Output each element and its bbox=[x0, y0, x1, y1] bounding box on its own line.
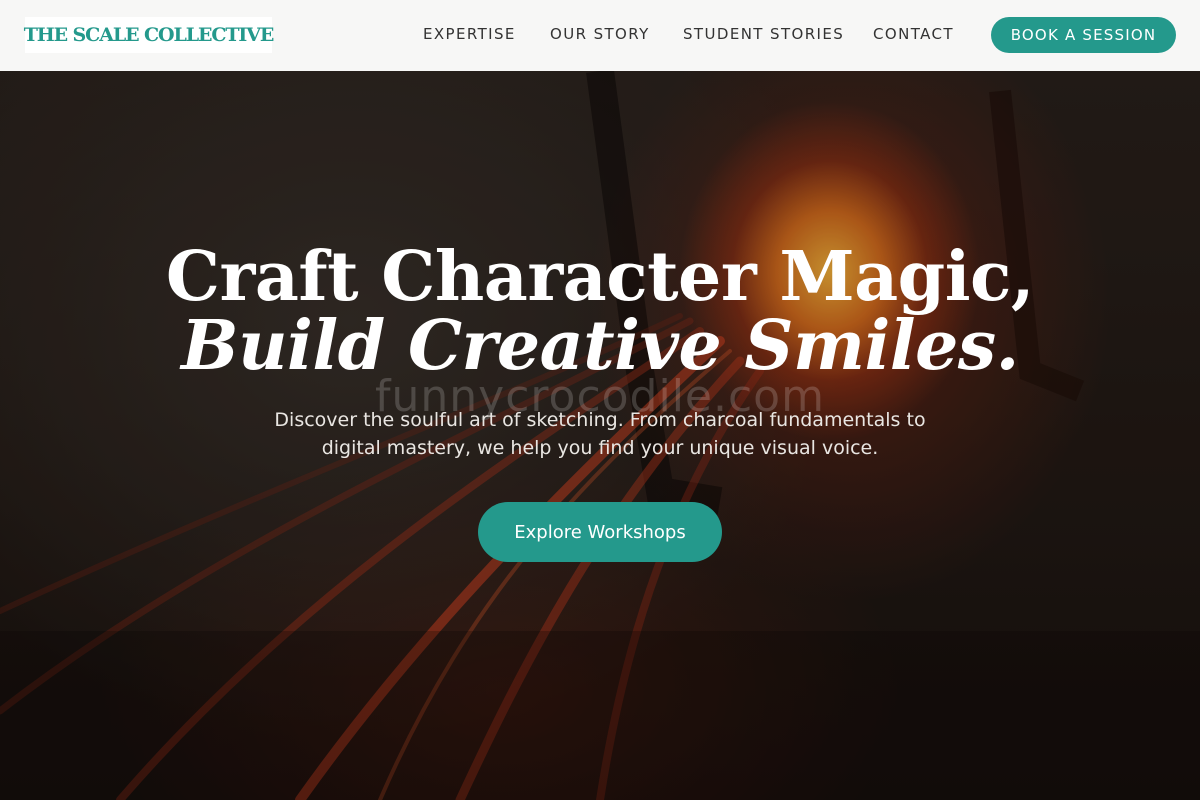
book-session-button[interactable]: BOOK A SESSION bbox=[991, 17, 1176, 53]
site-header: THE SCALE COLLECTIVE EXPERTISE OUR STORY… bbox=[0, 0, 1200, 71]
hero-subtitle: Discover the soulful art of sketching. F… bbox=[274, 409, 926, 459]
logo-text: THE SCALE COLLECTIVE bbox=[23, 24, 275, 46]
nav-link-student-stories[interactable]: STUDENT STORIES bbox=[683, 25, 844, 43]
nav-link-contact[interactable]: CONTACT bbox=[873, 25, 954, 43]
nav-link-expertise[interactable]: EXPERTISE bbox=[423, 25, 516, 43]
hero-section: Craft Character Magic, Build Creative Sm… bbox=[0, 71, 1200, 800]
nav-link-our-story[interactable]: OUR STORY bbox=[550, 25, 650, 43]
logo[interactable]: THE SCALE COLLECTIVE bbox=[23, 17, 275, 53]
explore-workshops-button[interactable]: Explore Workshops bbox=[478, 502, 722, 562]
hero-title-line-1: Craft Character Magic, bbox=[165, 237, 1035, 317]
